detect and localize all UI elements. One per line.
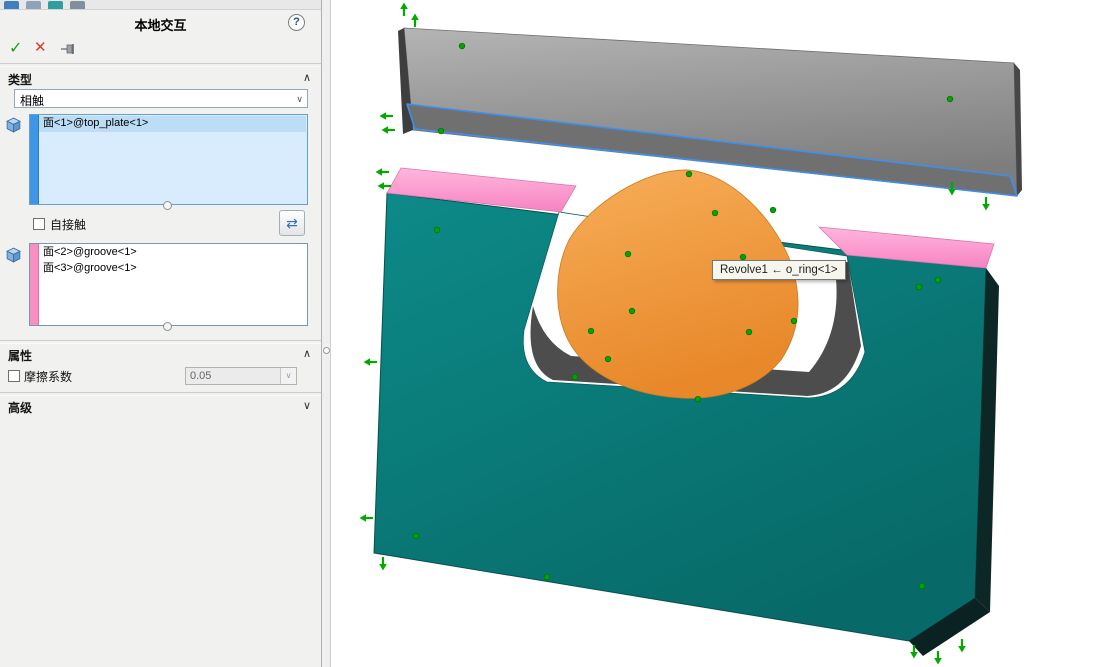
hover-tooltip: Revolve1 ← o_ring<1> [712,260,846,280]
pm-tab-icon-4[interactable] [70,1,85,9]
selection-box-resize-handle[interactable] [163,322,172,331]
face-selection-cube-icon [5,247,22,264]
friction-input[interactable] [186,368,282,384]
section-header-advanced[interactable]: 高级 ∨ [0,396,321,416]
section-header-properties[interactable]: 属性 ∧ [0,344,321,364]
contact-type-dropdown[interactable]: 相触 ∨ [14,89,308,108]
panel-splitter[interactable] [322,0,331,667]
properties-section-label: 属性 [8,349,33,363]
swap-contact-faces-icon: ⇄ [286,215,298,231]
self-contact-label: 自接触 [50,218,87,232]
3d-scene[interactable] [331,0,1112,667]
selection-item[interactable]: 面<2>@groove<1> [39,245,306,261]
dropdown-arrow-icon: ∨ [280,368,296,384]
friction-label: 摩擦系数 [24,370,73,384]
friction-checkbox[interactable] [8,370,20,382]
section-header-type[interactable]: 类型 ∧ [0,68,321,88]
panel-action-row: ✓ ✕ [0,36,321,62]
panel-titlebar: 本地交互 ? [0,9,321,35]
ok-button[interactable]: ✓ [9,38,22,58]
cancel-button[interactable]: ✕ [34,38,47,56]
collapse-chevron-icon[interactable]: ∧ [303,71,311,84]
swap-faces-button[interactable]: ⇄ [279,210,305,236]
selection-item[interactable]: 面<3>@groove<1> [39,261,306,277]
advanced-section-label: 高级 [8,401,33,415]
divider [0,63,321,67]
help-icon[interactable]: ? [288,14,305,31]
expand-chevron-icon[interactable]: ∨ [303,399,311,412]
dropdown-arrow-icon: ∨ [296,94,303,104]
pin-button[interactable] [60,41,76,57]
property-manager-panel: 本地交互 ? ✓ ✕ 类型 ∧ 相触 ∨ 面<1>@top_plate<1> 自… [0,0,322,667]
face-selection-cube-icon [5,117,22,134]
friction-value-combo[interactable]: ∨ [185,367,297,385]
set2-color-stripe [30,244,39,325]
selection-list-set1[interactable]: 面<1>@top_plate<1> [29,114,308,205]
pm-tab-icon-3[interactable] [48,1,63,9]
pin-icon [61,44,74,54]
graphics-viewport[interactable]: Revolve1 ← o_ring<1> [331,0,1112,667]
panel-title: 本地交互 [134,18,187,33]
selection-list-set2[interactable]: 面<2>@groove<1> 面<3>@groove<1> [29,243,308,326]
collapse-chevron-icon[interactable]: ∧ [303,347,311,360]
type-section-label: 类型 [8,73,33,87]
set1-color-stripe [30,115,39,204]
o-ring-body[interactable] [557,169,799,399]
self-contact-checkbox[interactable] [33,218,45,230]
contact-type-value: 相触 [20,94,45,108]
splitter-handle[interactable] [323,347,330,354]
pm-tab-icon-2[interactable] [26,1,41,9]
selection-box-resize-handle[interactable] [163,201,172,210]
selection-item[interactable]: 面<1>@top_plate<1> [39,116,306,132]
pm-tab-icon-1[interactable] [4,1,19,9]
